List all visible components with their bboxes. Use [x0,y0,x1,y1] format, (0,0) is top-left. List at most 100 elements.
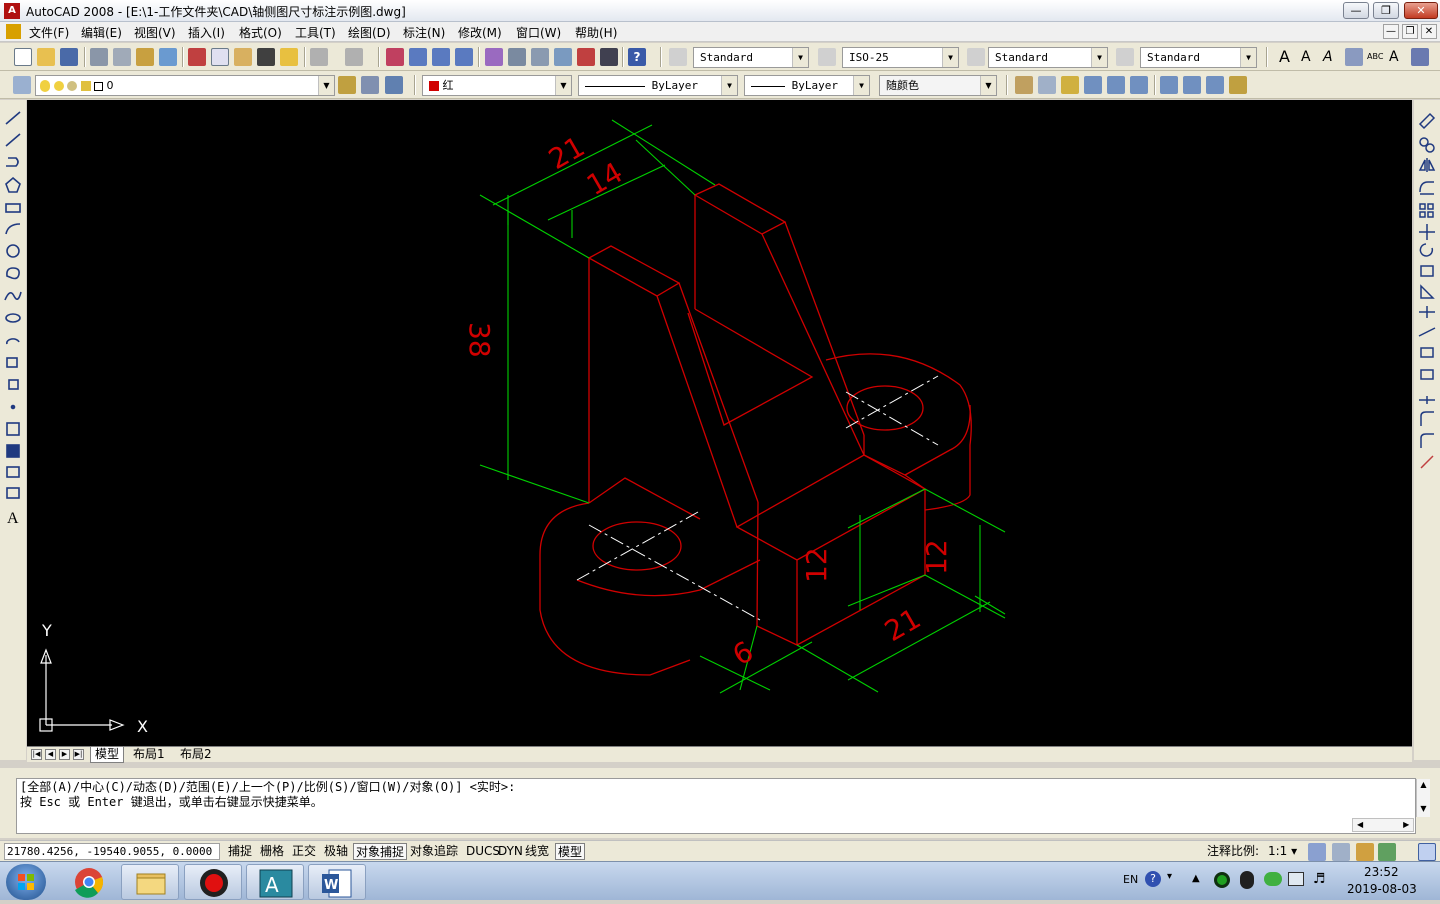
menu-edit[interactable]: 编辑(E) [81,24,122,41]
color-select[interactable]: 红 ▼ [422,75,572,96]
layer-iso-icon[interactable] [385,76,403,94]
volume-icon[interactable]: ♬ [1313,871,1326,887]
network-icon[interactable] [1288,872,1304,886]
wechat-icon[interactable] [1264,872,1282,886]
zoom-previous-icon[interactable] [455,48,473,66]
plot-icon[interactable] [90,48,108,66]
close-button[interactable]: ✕ [1404,2,1438,19]
layer-tool-3-icon[interactable] [1061,76,1079,94]
restore-button[interactable]: ❐ [1373,2,1399,19]
undo-icon[interactable] [310,48,328,66]
show-hidden-icons[interactable]: ▲ [1192,873,1200,884]
language-indicator[interactable]: EN [1123,873,1138,886]
spell-check-icon[interactable]: ABC [1367,48,1385,66]
qq-icon[interactable] [1240,871,1254,889]
new-icon[interactable] [14,48,32,66]
copy-icon[interactable] [211,48,229,66]
polar-button[interactable]: 极轴 [322,843,350,860]
layer-tool-7-icon[interactable] [1160,76,1178,94]
layer-select[interactable]: 0 ▼ [35,75,335,96]
pan-icon[interactable] [386,48,404,66]
ortho-button[interactable]: 正交 [290,843,318,860]
table-style-select[interactable]: Standard ▼ [988,47,1108,68]
justify-text-icon[interactable]: A [1389,48,1407,66]
annotation-visibility-icon[interactable] [1308,843,1326,861]
start-button[interactable] [6,864,46,900]
menu-draw[interactable]: 绘图(D) [348,24,391,41]
zoom-realtime-icon[interactable] [409,48,427,66]
properties-icon[interactable] [485,48,503,66]
osnap-button[interactable]: 对象捕捉 [353,843,408,860]
last-tab-icon[interactable]: ▶| [73,749,84,760]
mleader-style-icon[interactable] [1116,48,1134,66]
paste-icon[interactable] [234,48,252,66]
layer-tool-6-icon[interactable] [1130,76,1148,94]
grid-button[interactable]: 栅格 [258,843,286,860]
doc-restore-button[interactable]: ❐ [1402,24,1418,39]
clock-date[interactable]: 2019-08-03 [1347,882,1417,896]
tab-layout1[interactable]: 布局1 [129,747,169,763]
menu-format[interactable]: 格式(O) [239,24,282,41]
text-style-icon[interactable] [669,48,687,66]
cut-icon[interactable] [188,48,206,66]
redo-icon[interactable] [345,48,363,66]
calculator-icon[interactable] [600,48,618,66]
snap-button[interactable]: 捕捉 [226,843,254,860]
prev-tab-icon[interactable]: ◀ [45,749,56,760]
plot-style-select[interactable]: 随颜色 ▼ [879,75,997,96]
dim-style-icon[interactable] [818,48,836,66]
layer-tool-10-icon[interactable] [1229,76,1247,94]
minimize-button[interactable]: — [1343,2,1369,19]
dim-style-select[interactable]: ISO-25 ▼ [842,47,959,68]
lineweight-button[interactable]: 线宽 [523,843,551,860]
menu-window[interactable]: 窗口(W) [516,24,561,41]
make-current-layer-icon[interactable] [338,76,356,94]
menu-insert[interactable]: 插入(I) [188,24,225,41]
explorer-taskbar-button[interactable] [121,864,179,900]
tool-palettes-icon[interactable] [531,48,549,66]
3d-dwf-icon[interactable] [159,48,177,66]
doc-minimize-button[interactable]: — [1383,24,1399,39]
mleader-style-select[interactable]: Standard ▼ [1140,47,1257,68]
menu-view[interactable]: 视图(V) [134,24,176,41]
layer-tool-2-icon[interactable] [1038,76,1056,94]
annotation-scale-select[interactable]: 1:1 ▾ [1266,843,1299,860]
zoom-window-icon[interactable] [432,48,450,66]
menu-dimension[interactable]: 标注(N) [403,24,445,41]
menu-file[interactable]: 文件(F) [29,24,69,41]
tab-model[interactable]: 模型 [90,747,125,763]
text-edit-icon[interactable]: A [1323,48,1341,66]
find-icon[interactable] [1345,48,1363,66]
layer-tool-8-icon[interactable] [1183,76,1201,94]
publish-icon[interactable] [136,48,154,66]
menu-modify[interactable]: 修改(M) [458,24,502,41]
match-properties-icon[interactable] [257,48,275,66]
design-center-icon[interactable] [508,48,526,66]
next-tab-icon[interactable]: ▶ [59,749,70,760]
drawing-canvas[interactable]: 21 14 38 12 12 21 6 Y X [27,100,1412,746]
menu-help[interactable]: 帮助(H) [575,24,617,41]
text-style-select[interactable]: Standard ▼ [693,47,809,68]
layer-manager-icon[interactable] [13,76,31,94]
command-hscrollbar[interactable]: ◀ ▶ [1352,818,1414,832]
text-scale-icon[interactable]: A [1301,48,1319,66]
help-icon[interactable]: ? [628,48,646,66]
markup-icon[interactable] [577,48,595,66]
lineweight-select[interactable]: ByLayer ▼ [744,75,870,96]
plot-preview-icon[interactable] [113,48,131,66]
autocad-taskbar-button[interactable]: A [246,864,304,900]
menu-tools[interactable]: 工具(T) [295,24,336,41]
layer-tool-5-icon[interactable] [1107,76,1125,94]
first-tab-icon[interactable]: |◀ [31,749,42,760]
linetype-select[interactable]: ByLayer ▼ [578,75,738,96]
model-button[interactable]: 模型 [555,843,586,860]
layer-previous-icon[interactable] [361,76,379,94]
save-icon[interactable] [60,48,78,66]
tray-settings-icon[interactable] [1378,843,1396,861]
layer-tool-9-icon[interactable] [1206,76,1224,94]
coordinates-readout[interactable]: 21780.4256, -19540.9055, 0.0000 [4,843,220,860]
help-tray-icon[interactable]: ? [1145,871,1161,887]
layer-tool-1-icon[interactable] [1015,76,1033,94]
tab-layout2[interactable]: 布局2 [176,747,216,763]
clean-screen-icon[interactable] [1418,843,1436,861]
